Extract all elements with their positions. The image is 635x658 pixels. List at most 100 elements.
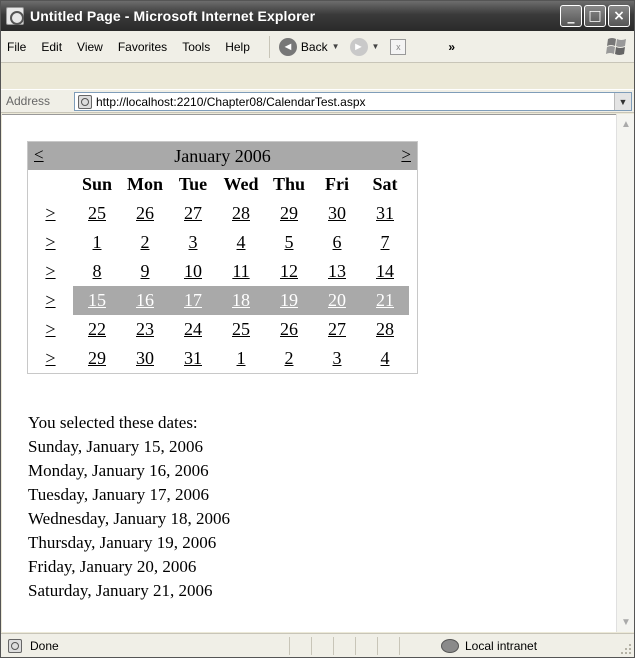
status-pane <box>289 636 311 655</box>
menu-file[interactable]: File <box>1 40 35 54</box>
calendar-day-link[interactable]: 25 <box>73 203 121 224</box>
title-bar[interactable]: Untitled Page - Microsoft Internet Explo… <box>1 1 634 31</box>
calendar-day-link[interactable]: 23 <box>121 319 169 340</box>
menu-file-label: File <box>7 39 27 54</box>
calendar-day-link[interactable]: 5 <box>265 232 313 253</box>
stop-icon[interactable]: x <box>390 38 407 55</box>
week-select-link[interactable]: > <box>28 319 73 340</box>
calendar-day-link[interactable]: 7 <box>361 232 409 253</box>
calendar-day-link[interactable]: 30 <box>313 203 361 224</box>
calendar-week-row: >1 2 3 4 5 6 7 <box>28 228 417 257</box>
calendar-day-link[interactable]: 27 <box>313 319 361 340</box>
forward-arrow-icon: ► <box>349 37 368 56</box>
menu-edit-label: Edit <box>41 39 63 54</box>
day-of-week: Sat <box>372 174 398 194</box>
calendar-week-row: >29 30 31 1 2 3 4 <box>28 344 417 373</box>
calendar-day-link[interactable]: 19 <box>265 286 313 315</box>
calendar-day-link[interactable]: 1 <box>217 348 265 369</box>
week-select-link[interactable]: > <box>28 290 73 311</box>
menu-tools[interactable]: Tools <box>176 40 219 54</box>
toolbar-separator <box>268 35 270 58</box>
menu-view[interactable]: View <box>71 40 112 54</box>
back-dropdown-icon[interactable]: ▼ <box>332 42 340 51</box>
calendar-day-link[interactable]: 10 <box>169 261 217 282</box>
menu-help[interactable]: Help <box>219 40 259 54</box>
calendar-day-link[interactable]: 8 <box>73 261 121 282</box>
address-input[interactable]: http://localhost:2210/Chapter08/Calendar… <box>74 92 632 111</box>
calendar-day-link[interactable]: 16 <box>121 286 169 315</box>
week-select-link[interactable]: > <box>28 348 73 369</box>
status-pane <box>399 636 421 655</box>
calendar-day-link[interactable]: 18 <box>217 286 265 315</box>
calendar-day-link[interactable]: 20 <box>313 286 361 315</box>
next-month-link[interactable]: > <box>401 145 411 165</box>
selected-dates-list: Sunday, January 15, 2006 Monday, January … <box>28 435 230 603</box>
vertical-scrollbar[interactable]: ▲ ▼ <box>616 114 634 632</box>
calendar: < January 2006 > Sun Mon Tue Wed Thu Fri… <box>27 141 418 374</box>
selected-date-item: Monday, January 16, 2006 <box>28 461 209 480</box>
calendar-day-link[interactable]: 25 <box>217 319 265 340</box>
calendar-title: January 2006 <box>174 145 271 166</box>
calendar-day-link[interactable]: 6 <box>313 232 361 253</box>
week-select-link[interactable]: > <box>28 261 73 282</box>
close-button[interactable]: × <box>608 5 630 27</box>
day-of-week: Thu <box>272 174 306 194</box>
resize-grip-icon[interactable] <box>620 643 632 655</box>
week-select-link[interactable]: > <box>28 232 73 253</box>
forward-button[interactable]: ► ▼ <box>345 37 385 56</box>
calendar-day-link[interactable]: 29 <box>265 203 313 224</box>
calendar-day-link[interactable]: 15 <box>73 286 121 315</box>
calendar-day-link[interactable]: 31 <box>361 203 409 224</box>
calendar-day-link[interactable]: 12 <box>265 261 313 282</box>
calendar-day-link[interactable]: 2 <box>265 348 313 369</box>
page-content: < January 2006 > Sun Mon Tue Wed Thu Fri… <box>2 114 616 632</box>
calendar-day-link[interactable]: 2 <box>121 232 169 253</box>
selected-date-item: Tuesday, January 17, 2006 <box>28 485 210 504</box>
day-of-week: Fri <box>325 174 349 194</box>
calendar-day-link[interactable]: 28 <box>361 319 409 340</box>
minimize-button[interactable]: _ <box>560 5 582 27</box>
calendar-day-link[interactable]: 27 <box>169 203 217 224</box>
menu-edit[interactable]: Edit <box>35 40 71 54</box>
calendar-day-link[interactable]: 22 <box>73 319 121 340</box>
ie-logo-icon <box>6 7 24 25</box>
calendar-day-link[interactable]: 21 <box>361 286 409 315</box>
calendar-day-link[interactable]: 31 <box>169 348 217 369</box>
calendar-day-link[interactable]: 17 <box>169 286 217 315</box>
calendar-day-link[interactable]: 26 <box>121 203 169 224</box>
calendar-day-link[interactable]: 13 <box>313 261 361 282</box>
calendar-day-link[interactable]: 26 <box>265 319 313 340</box>
calendar-day-link[interactable]: 4 <box>217 232 265 253</box>
menu-tools-label: Tools <box>182 39 211 54</box>
calendar-day-link[interactable]: 3 <box>169 232 217 253</box>
selected-date-item: Wednesday, January 18, 2006 <box>28 509 230 528</box>
calendar-day-link[interactable]: 30 <box>121 348 169 369</box>
maximize-button[interactable]: □ <box>584 5 606 27</box>
page-icon <box>78 94 92 109</box>
calendar-day-link[interactable]: 14 <box>361 261 409 282</box>
scroll-up-icon[interactable]: ▲ <box>618 116 634 132</box>
day-of-week: Sun <box>81 174 113 194</box>
week-select-link[interactable]: > <box>28 203 73 224</box>
security-zone: Local intranet <box>441 638 537 653</box>
window-controls: _ □ × <box>560 5 630 27</box>
scroll-down-icon[interactable]: ▼ <box>618 614 634 630</box>
prev-month-link[interactable]: < <box>34 145 44 165</box>
calendar-day-link[interactable]: 3 <box>313 348 361 369</box>
toolbar-chevron-icon[interactable]: » <box>448 40 455 54</box>
selected-date-item: Saturday, January 21, 2006 <box>28 581 213 600</box>
calendar-day-link[interactable]: 4 <box>361 348 409 369</box>
calendar-day-link[interactable]: 11 <box>217 261 265 282</box>
calendar-day-link[interactable]: 1 <box>73 232 121 253</box>
calendar-day-link[interactable]: 24 <box>169 319 217 340</box>
back-button[interactable]: ◄ Back ▼ <box>274 37 345 56</box>
calendar-day-link[interactable]: 29 <box>73 348 121 369</box>
forward-dropdown-icon[interactable]: ▼ <box>372 42 380 51</box>
menu-bar: File Edit View Favorites Tools Help ◄ Ba… <box>1 31 634 63</box>
menu-favorites[interactable]: Favorites <box>112 40 176 54</box>
calendar-day-link[interactable]: 9 <box>121 261 169 282</box>
status-pane <box>377 636 399 655</box>
address-dropdown-icon[interactable]: ▼ <box>614 93 631 110</box>
calendar-day-link[interactable]: 28 <box>217 203 265 224</box>
selected-date-item: Thursday, January 19, 2006 <box>28 533 217 552</box>
